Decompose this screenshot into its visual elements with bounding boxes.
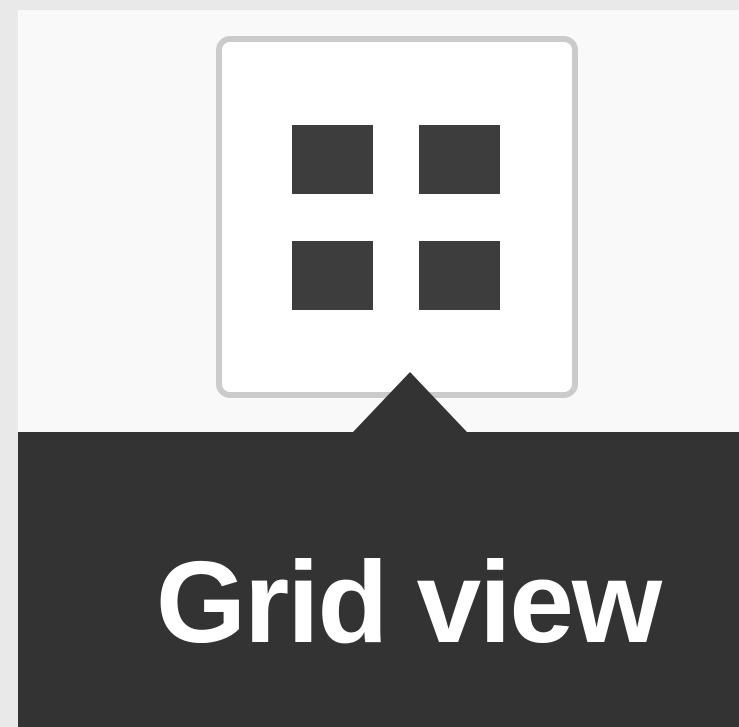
grid-icon-square bbox=[419, 125, 500, 194]
tooltip-arrow bbox=[353, 372, 467, 432]
tooltip-label: Grid view bbox=[155, 537, 662, 667]
grid-icon bbox=[292, 125, 502, 311]
grid-icon-square bbox=[419, 241, 500, 310]
tooltip: Grid view bbox=[18, 432, 739, 727]
grid-view-button[interactable] bbox=[216, 36, 578, 398]
grid-icon-square bbox=[292, 125, 373, 194]
view-toggle-panel: Grid view bbox=[18, 10, 739, 727]
grid-icon-square bbox=[292, 241, 373, 310]
